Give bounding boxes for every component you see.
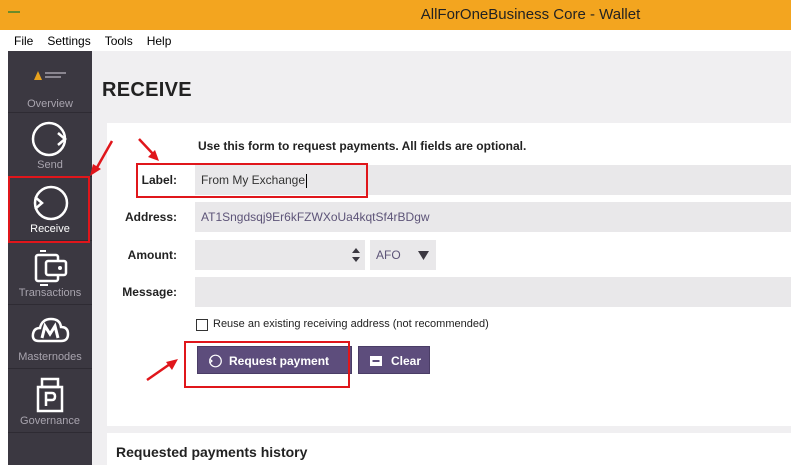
label-highlight [136, 163, 368, 198]
overview-logo-icon [34, 71, 66, 80]
payment-history-panel: Requested payments history [107, 433, 791, 465]
reuse-address-label[interactable]: Reuse an existing receiving address (not… [213, 318, 489, 330]
payment-history-title: Requested payments history [116, 444, 308, 460]
sidebar-item-label: Overview [27, 98, 73, 110]
main-content: RECEIVE Use this form to request payment… [92, 51, 791, 465]
menu-settings[interactable]: Settings [40, 34, 97, 48]
clear-button[interactable]: Clear [358, 346, 430, 374]
sidebar-item-label: Send [37, 159, 63, 171]
sidebar-item-overview[interactable]: Overview [8, 51, 92, 113]
transactions-icon [34, 250, 68, 286]
address-field-label: Address: [124, 210, 177, 224]
send-icon [31, 121, 67, 157]
title-bar: AllForOneBusiness Core - Wallet [0, 0, 791, 30]
clear-icon [370, 356, 382, 366]
wallet-window: AllForOneBusiness Core - Wallet File Set… [0, 0, 791, 465]
message-field-label: Message: [122, 285, 177, 299]
sidebar-item-label: Governance [20, 415, 80, 427]
sidebar-item-label: Masternodes [18, 351, 82, 363]
amount-spinner-icon[interactable] [351, 247, 361, 263]
sidebar-item-transactions[interactable]: Transactions [8, 241, 92, 305]
governance-icon [36, 377, 64, 413]
sidebar-item-masternodes[interactable]: Masternodes [8, 305, 92, 369]
sidebar-item-label: Transactions [18, 287, 82, 299]
sidebar: Overview Send Receive Transactions Maste… [8, 51, 92, 465]
form-intro: Use this form to request payments. All f… [198, 139, 527, 153]
message-input[interactable] [195, 277, 791, 307]
arrow-to-receive-icon [90, 140, 114, 176]
address-field[interactable]: AT1Sngdsqj9Er6kFZWXoUa4kqtSf4rBDgw [195, 202, 791, 232]
menu-help[interactable]: Help [140, 34, 179, 48]
arrow-to-label-icon [138, 138, 159, 161]
menu-bar: File Settings Tools Help [0, 30, 791, 51]
clear-label: Clear [391, 354, 422, 368]
menu-tools[interactable]: Tools [98, 34, 140, 48]
chevron-down-icon [418, 251, 429, 260]
amount-input[interactable] [195, 240, 365, 270]
menu-file[interactable]: File [0, 34, 40, 48]
sidebar-item-governance[interactable]: Governance [8, 369, 92, 433]
request-payment-highlight [184, 341, 350, 388]
masternodes-icon [31, 317, 70, 343]
receive-highlight [8, 176, 90, 243]
unit-select[interactable]: AFO [370, 240, 436, 270]
page-title: RECEIVE [102, 79, 192, 101]
reuse-address-checkbox[interactable] [196, 319, 208, 331]
sidebar-item-send[interactable]: Send [8, 113, 92, 177]
amount-field-label: Amount: [127, 248, 177, 262]
unit-select-value: AFO [376, 248, 401, 262]
arrow-to-request-icon [146, 359, 178, 382]
window-title: AllForOneBusiness Core - Wallet [420, 6, 641, 23]
